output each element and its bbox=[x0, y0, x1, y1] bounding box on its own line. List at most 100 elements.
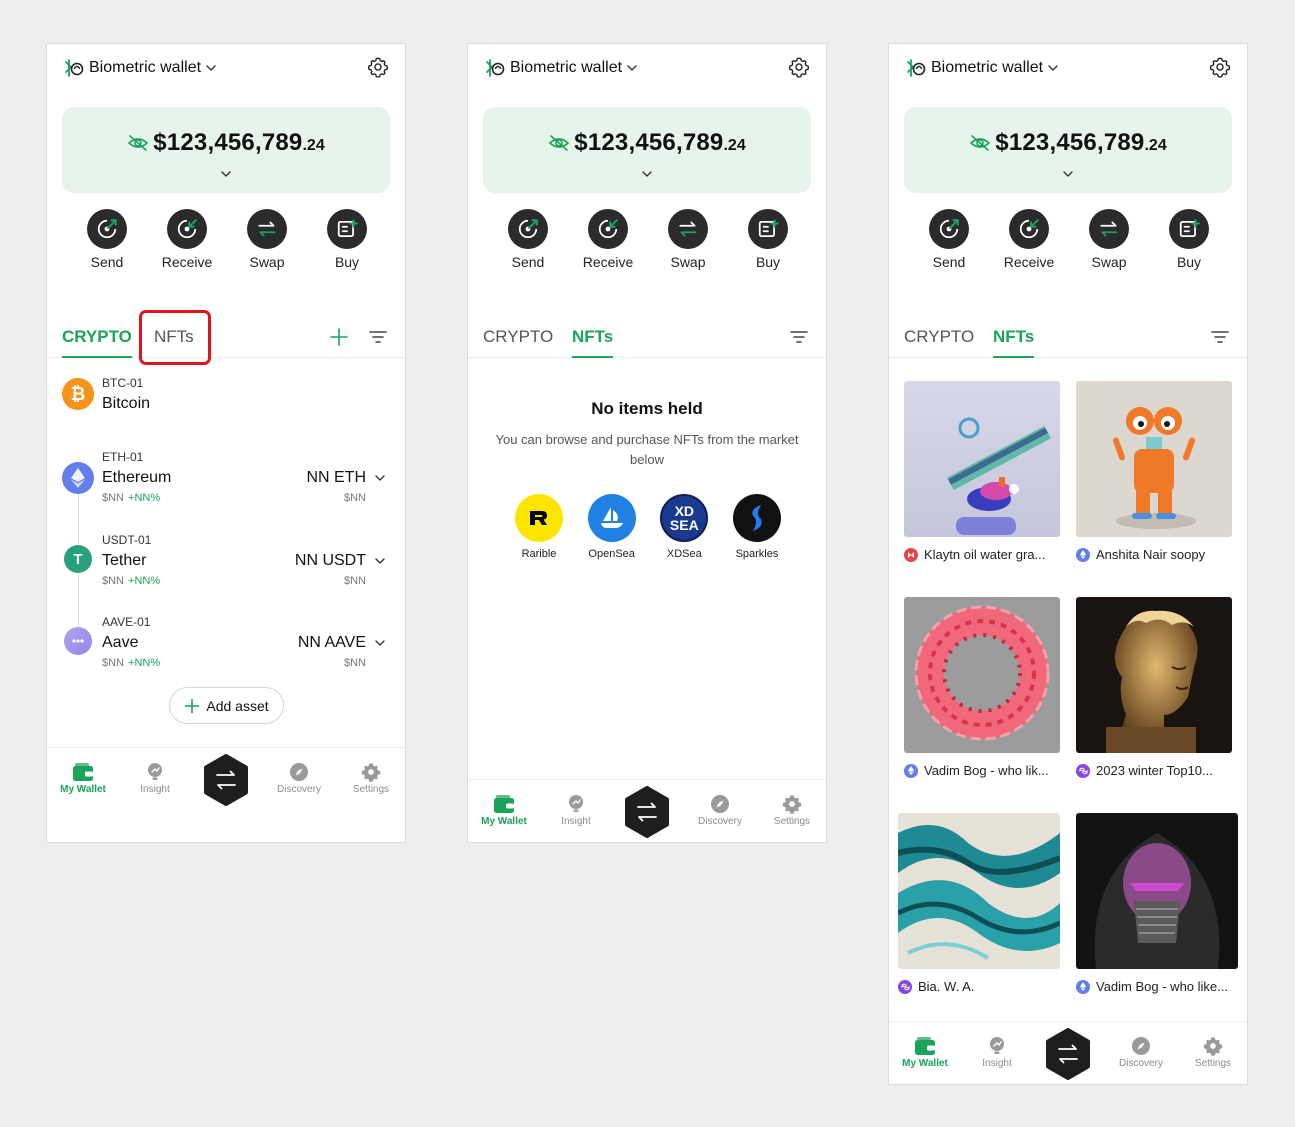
market-rarible[interactable]: Rarible bbox=[503, 494, 575, 560]
nav-insight[interactable]: Insight bbox=[540, 794, 612, 827]
balance-card[interactable]: $123,456,789.24 bbox=[483, 107, 811, 193]
nft-image bbox=[898, 813, 1060, 969]
nft-card[interactable]: Vadim Bog - who lik... bbox=[904, 597, 1060, 778]
insight-icon bbox=[565, 794, 587, 814]
nft-card[interactable]: 2023 winter Top10... bbox=[1076, 597, 1232, 778]
nav-settings[interactable]: Settings bbox=[756, 794, 826, 827]
swap-button[interactable]: Swap bbox=[648, 209, 728, 270]
action-bar: Send Receive Swap Buy bbox=[909, 209, 1229, 270]
nfts-tab-highlight bbox=[139, 310, 211, 365]
insight-icon bbox=[144, 762, 166, 782]
swap-hex-button-icon[interactable] bbox=[623, 786, 671, 838]
nav-discovery[interactable]: Discovery bbox=[263, 762, 335, 795]
chevron-down-icon[interactable] bbox=[220, 168, 232, 180]
nft-card[interactable]: Klaytn oil water gra... bbox=[904, 381, 1060, 562]
settings-icon bbox=[360, 762, 382, 782]
receive-icon bbox=[1018, 218, 1040, 240]
gear-icon[interactable] bbox=[788, 56, 810, 78]
wallet-switch-chevron-icon[interactable] bbox=[626, 62, 638, 74]
nav-my-wallet[interactable]: My Wallet bbox=[47, 762, 119, 795]
wallet-name[interactable]: Biometric wallet bbox=[89, 59, 201, 77]
klaytn-chain-icon bbox=[904, 547, 918, 562]
settings-icon bbox=[1202, 1036, 1224, 1056]
tab-crypto[interactable]: CRYPTO bbox=[483, 327, 553, 358]
send-button[interactable]: Send bbox=[67, 209, 147, 270]
tab-crypto[interactable]: CRYPTO bbox=[62, 327, 132, 358]
gear-icon[interactable] bbox=[1209, 56, 1231, 78]
swap-button[interactable]: Swap bbox=[227, 209, 307, 270]
nft-title: Klaytn oil water gra... bbox=[924, 547, 1046, 562]
bitcoin-icon: ₿ bbox=[62, 378, 94, 410]
ethereum-chain-icon bbox=[1076, 547, 1090, 562]
hide-balance-icon[interactable] bbox=[548, 134, 570, 152]
market-sparkles[interactable]: Sparkles bbox=[721, 494, 793, 560]
nav-settings[interactable]: Settings bbox=[1177, 1036, 1247, 1069]
buy-button[interactable]: Buy bbox=[307, 209, 387, 270]
add-icon[interactable] bbox=[329, 327, 349, 347]
chevron-down-icon[interactable] bbox=[374, 472, 386, 484]
wallet-icon bbox=[493, 794, 515, 814]
nft-card[interactable]: Bia. W. A. bbox=[898, 813, 1060, 994]
nav-insight[interactable]: Insight bbox=[961, 1036, 1033, 1069]
asset-tabs: CRYPTO NFTs bbox=[47, 321, 405, 358]
filter-icon[interactable] bbox=[369, 329, 387, 345]
send-button[interactable]: Send bbox=[909, 209, 989, 270]
nft-image bbox=[904, 597, 1060, 753]
nav-insight[interactable]: Insight bbox=[119, 762, 191, 795]
nft-card[interactable]: Vadim Bog - who like... bbox=[1076, 813, 1238, 994]
nav-my-wallet[interactable]: My Wallet bbox=[468, 794, 540, 827]
crypto-screen: Biometric wallet $123,456,789.24 Send Re… bbox=[46, 43, 406, 843]
gear-icon[interactable] bbox=[367, 56, 389, 78]
wallet-switch-chevron-icon[interactable] bbox=[1047, 62, 1059, 74]
wallet-header: Biometric wallet bbox=[484, 56, 810, 80]
balance-card[interactable]: $123,456,789.24 bbox=[62, 107, 390, 193]
tab-crypto[interactable]: CRYPTO bbox=[904, 327, 974, 358]
settings-icon bbox=[781, 794, 803, 814]
swap-hex-button-icon[interactable] bbox=[1044, 1028, 1092, 1080]
nav-discovery[interactable]: Discovery bbox=[684, 794, 756, 827]
wallet-name[interactable]: Biometric wallet bbox=[510, 59, 622, 77]
nfts-empty-screen: Biometric wallet $123,456,789.24 Send Re… bbox=[467, 43, 827, 843]
swap-icon bbox=[256, 218, 278, 240]
buy-button[interactable]: Buy bbox=[728, 209, 808, 270]
ethereum-chain-icon bbox=[1076, 979, 1090, 994]
chevron-down-icon[interactable] bbox=[1062, 168, 1074, 180]
swap-button[interactable]: Swap bbox=[1069, 209, 1149, 270]
nft-markets: Rarible OpenSea XD SEA XDSea Sparkles bbox=[503, 494, 793, 560]
market-opensea[interactable]: OpenSea bbox=[576, 494, 648, 560]
nav-my-wallet[interactable]: My Wallet bbox=[889, 1036, 961, 1069]
market-xdsea[interactable]: XD SEA XDSea bbox=[648, 494, 720, 560]
bottom-nav: My Wallet Insight Discovery Settings bbox=[468, 779, 826, 842]
tab-nfts[interactable]: NFTs bbox=[993, 327, 1035, 358]
buy-button[interactable]: Buy bbox=[1149, 209, 1229, 270]
chevron-down-icon[interactable] bbox=[374, 555, 386, 567]
swap-icon bbox=[1098, 218, 1120, 240]
wallet-name[interactable]: Biometric wallet bbox=[931, 59, 1043, 77]
receive-icon bbox=[597, 218, 619, 240]
wallet-switch-chevron-icon[interactable] bbox=[205, 62, 217, 74]
bottom-nav: My Wallet Insight Discovery Settings bbox=[889, 1021, 1247, 1084]
receive-button[interactable]: Receive bbox=[989, 209, 1069, 270]
receive-button[interactable]: Receive bbox=[568, 209, 648, 270]
swap-hex-button-icon[interactable] bbox=[202, 754, 250, 806]
swap-icon bbox=[677, 218, 699, 240]
add-asset-button[interactable]: Add asset bbox=[169, 687, 284, 724]
nav-settings[interactable]: Settings bbox=[335, 762, 405, 795]
nft-title: 2023 winter Top10... bbox=[1096, 763, 1213, 778]
chevron-down-icon[interactable] bbox=[374, 637, 386, 649]
nav-discovery[interactable]: Discovery bbox=[1105, 1036, 1177, 1069]
send-button[interactable]: Send bbox=[488, 209, 568, 270]
tab-nfts[interactable]: NFTs bbox=[572, 327, 614, 358]
nft-image bbox=[1076, 381, 1232, 537]
chevron-down-icon[interactable] bbox=[641, 168, 653, 180]
send-icon bbox=[938, 218, 960, 240]
balance-card[interactable]: $123,456,789.24 bbox=[904, 107, 1232, 193]
hide-balance-icon[interactable] bbox=[127, 134, 149, 152]
send-icon bbox=[96, 218, 118, 240]
filter-icon[interactable] bbox=[1211, 329, 1229, 345]
filter-icon[interactable] bbox=[790, 329, 808, 345]
nft-card[interactable]: Anshita Nair soopy bbox=[1076, 381, 1232, 562]
hide-balance-icon[interactable] bbox=[969, 134, 991, 152]
receive-button[interactable]: Receive bbox=[147, 209, 227, 270]
wallet-logo-icon bbox=[484, 57, 506, 79]
